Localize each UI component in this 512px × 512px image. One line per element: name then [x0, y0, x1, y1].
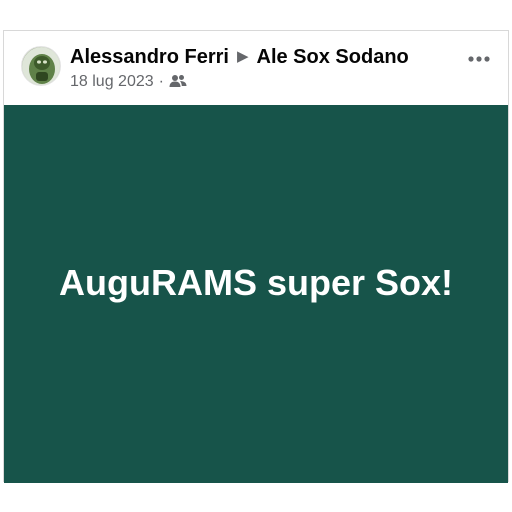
- post-text: AuguRAMS super Sox!: [58, 262, 453, 303]
- post-date[interactable]: 18 lug 2023: [70, 73, 154, 90]
- author-name[interactable]: Alessandro Ferri: [70, 46, 229, 68]
- recipient-name[interactable]: Ale Sox Sodano: [257, 46, 409, 68]
- friends-icon[interactable]: [169, 74, 187, 94]
- arrow-right-icon: ▶: [236, 48, 249, 65]
- post-card: Alessandro Ferri ▶ Ale Sox Sodano 18 lug 2…: [3, 30, 509, 483]
- post-header: Alessandro Ferri ▶ Ale Sox Sodano 18 lug 2…: [4, 31, 508, 105]
- more-options-icon[interactable]: [466, 49, 494, 69]
- post-background: AuguRAMS super Sox!: [4, 105, 508, 483]
- meta-separator: ·: [158, 73, 164, 90]
- author-avatar[interactable]: [21, 46, 61, 86]
- post-meta: 18 lug 2023 ·: [70, 72, 187, 94]
- post-author-line: Alessandro Ferri ▶ Ale Sox Sodano: [70, 45, 409, 71]
- avatar-image: [22, 47, 60, 85]
